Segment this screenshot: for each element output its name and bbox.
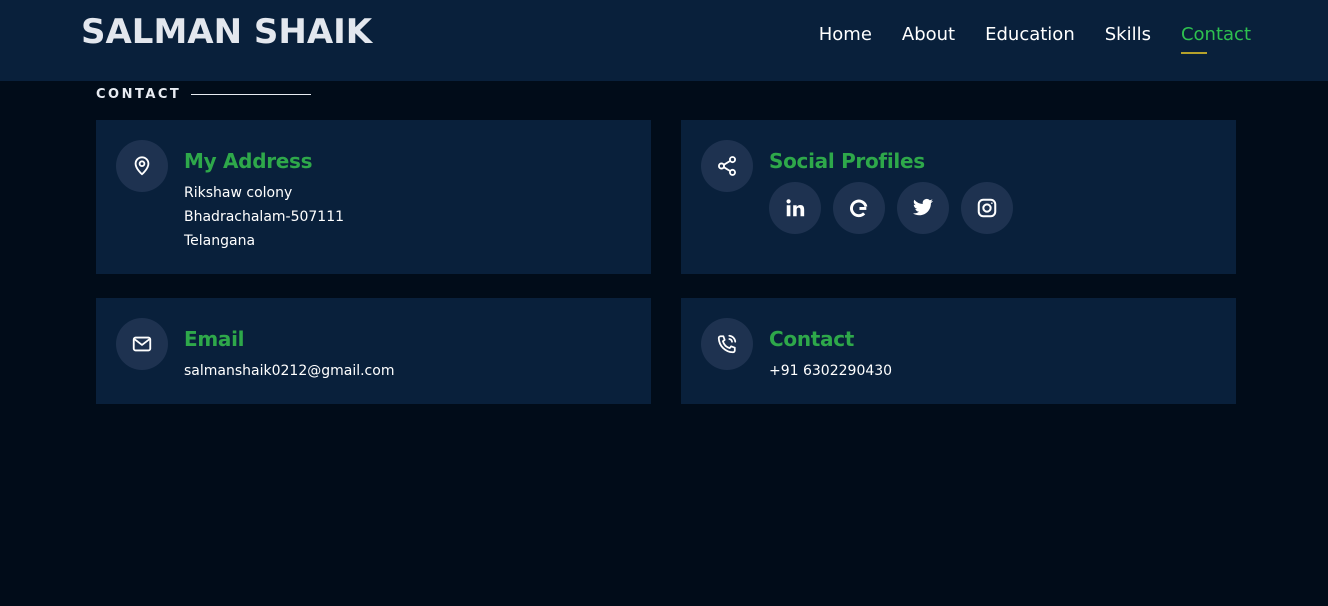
email-value[interactable]: salmanshaik0212@gmail.com — [184, 363, 394, 379]
social-title: Social Profiles — [769, 149, 925, 173]
phone-value[interactable]: +91 6302290430 — [769, 363, 892, 379]
address-line-3: Telangana — [184, 233, 256, 249]
nav-education[interactable]: Education — [985, 24, 1075, 45]
address-title: My Address — [184, 149, 313, 173]
site-header: SALMAN SHAIK Home About Education Skills… — [0, 0, 1328, 81]
nav-skills[interactable]: Skills — [1105, 24, 1151, 45]
linkedin-icon[interactable] — [769, 182, 821, 234]
nav-home[interactable]: Home — [819, 24, 872, 45]
address-line-2: Bhadrachalam-507111 — [184, 209, 345, 225]
phone-icon — [701, 318, 753, 370]
section-divider — [191, 94, 312, 95]
contact-title: Contact — [769, 327, 855, 351]
social-card: Social Profiles — [681, 120, 1236, 274]
section-heading: CONTACT — [96, 87, 312, 102]
envelope-icon — [116, 318, 168, 370]
instagram-icon[interactable] — [961, 182, 1013, 234]
google-icon[interactable] — [833, 182, 885, 234]
share-icon — [701, 140, 753, 192]
address-card: My Address Rikshaw colony Bhadrachalam-5… — [96, 120, 651, 274]
twitter-icon[interactable] — [897, 182, 949, 234]
nav-contact[interactable]: Contact — [1180, 24, 1251, 54]
site-logo[interactable]: SALMAN SHAIK — [81, 12, 372, 52]
address-line-1: Rikshaw colony — [184, 185, 293, 201]
location-pin-icon — [116, 140, 168, 192]
section-title: CONTACT — [96, 87, 182, 102]
email-card: Email salmanshaik0212@gmail.com — [96, 298, 651, 404]
phone-card: Contact +91 6302290430 — [681, 298, 1236, 404]
nav-about[interactable]: About — [902, 24, 955, 45]
main-nav: Home About Education Skills Contact — [789, 24, 1251, 54]
email-title: Email — [184, 327, 245, 351]
